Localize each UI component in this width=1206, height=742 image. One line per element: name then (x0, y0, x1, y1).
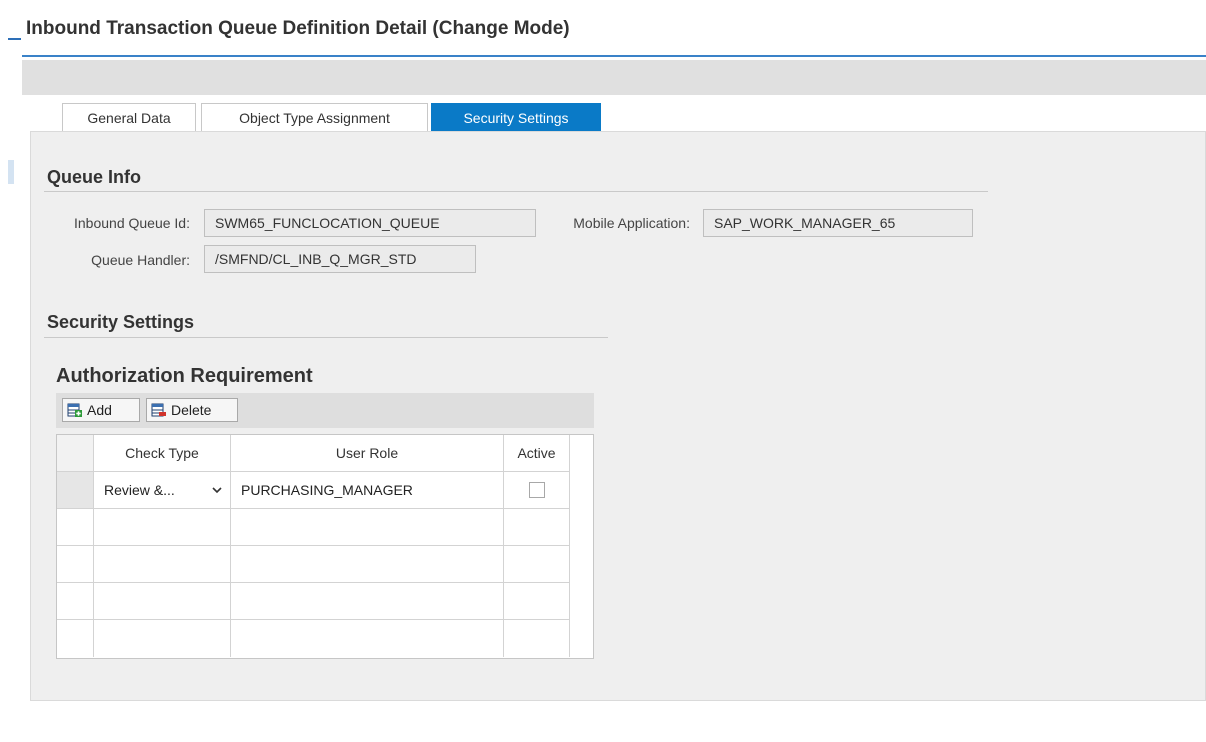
user-role-value: PURCHASING_MANAGER (241, 482, 413, 498)
queue-handler-field[interactable]: /SMFND/CL_INB_Q_MGR_STD (204, 245, 476, 273)
inbound-queue-id-label: Inbound Queue Id: (74, 215, 190, 231)
empty-cell[interactable] (231, 583, 504, 620)
table-row (57, 583, 593, 620)
empty-cell[interactable] (231, 620, 504, 657)
empty-cell[interactable] (504, 509, 570, 546)
check-type-value: Review &... (104, 482, 175, 498)
table-row-delete-icon (151, 402, 167, 418)
row-selector[interactable] (57, 509, 94, 546)
table-row: Review &... PURCHASING_MANAGER (57, 472, 593, 509)
authorization-table: Check Type User Role Active Review &... … (56, 434, 594, 659)
authorization-table-toolbar: Add Delete (56, 393, 594, 428)
check-type-dropdown[interactable]: Review &... (94, 472, 231, 509)
row-selector[interactable] (57, 546, 94, 583)
table-header-row: Check Type User Role Active (57, 435, 593, 472)
empty-cell[interactable] (231, 546, 504, 583)
tab-label: General Data (87, 110, 171, 126)
tab-security-settings[interactable]: Security Settings (431, 103, 601, 132)
row-selector[interactable] (57, 583, 94, 620)
column-header-label: Check Type (125, 445, 199, 461)
chevron-down-icon (212, 483, 222, 497)
user-role-cell[interactable]: PURCHASING_MANAGER (231, 472, 504, 509)
table-row (57, 620, 593, 657)
security-settings-title: Security Settings (47, 312, 195, 332)
title-accent (8, 38, 21, 40)
column-header-user-role[interactable]: User Role (231, 435, 504, 472)
tab-general-data[interactable]: General Data (62, 103, 196, 132)
column-header-check-type[interactable]: Check Type (94, 435, 231, 472)
tab-label: Security Settings (463, 110, 569, 126)
queue-handler-label: Queue Handler: (91, 252, 190, 268)
row-selector[interactable] (57, 472, 94, 509)
empty-cell[interactable] (94, 546, 231, 583)
empty-cell[interactable] (504, 583, 570, 620)
delete-button-label: Delete (171, 402, 212, 418)
tab-object-type-assignment[interactable]: Object Type Assignment (201, 103, 428, 132)
add-button-label: Add (87, 402, 112, 418)
authorization-requirement-title: Authorization Requirement (56, 365, 313, 387)
delete-button[interactable]: Delete (146, 398, 238, 422)
tab-label: Object Type Assignment (239, 110, 390, 126)
active-checkbox[interactable] (528, 482, 545, 498)
queue-info-title: Queue Info (47, 167, 141, 187)
table-row-add-icon (67, 402, 83, 418)
application-toolbar (22, 60, 1206, 95)
table-row (57, 509, 593, 546)
security-settings-divider (44, 337, 608, 338)
inbound-queue-id-field[interactable]: SWM65_FUNCLOCATION_QUEUE (204, 209, 536, 237)
title-rule (22, 55, 1206, 57)
title-bar: Inbound Transaction Queue Definition Det… (0, 0, 1206, 56)
mobile-application-field[interactable]: SAP_WORK_MANAGER_65 (703, 209, 973, 237)
empty-cell[interactable] (504, 620, 570, 657)
empty-cell[interactable] (94, 620, 231, 657)
side-panel-handle[interactable] (8, 160, 14, 184)
mobile-application-label: Mobile Application: (573, 215, 690, 231)
active-cell (504, 472, 570, 509)
add-button[interactable]: Add (62, 398, 140, 422)
empty-cell[interactable] (231, 509, 504, 546)
select-all-cell[interactable] (57, 435, 94, 472)
empty-cell[interactable] (94, 583, 231, 620)
page-title: Inbound Transaction Queue Definition Det… (26, 18, 570, 39)
column-header-label: User Role (335, 445, 399, 461)
column-header-label: Active (517, 445, 556, 461)
check-type-select[interactable]: Review &... (94, 482, 230, 498)
queue-info-divider (44, 191, 988, 192)
empty-cell[interactable] (504, 546, 570, 583)
table-row (57, 546, 593, 583)
empty-cell[interactable] (94, 509, 231, 546)
column-header-active[interactable]: Active (504, 435, 570, 472)
row-selector[interactable] (57, 620, 94, 657)
